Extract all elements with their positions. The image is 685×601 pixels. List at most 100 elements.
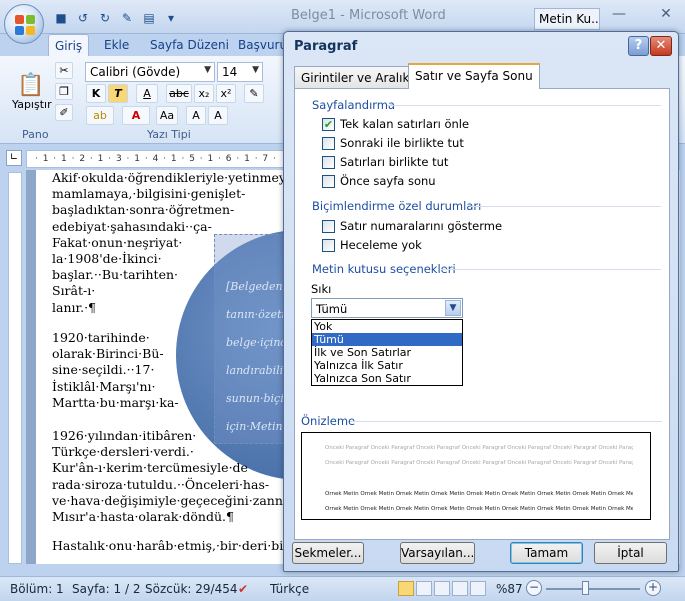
- clear-format-icon[interactable]: ✎: [244, 84, 264, 103]
- ok-button[interactable]: Tamam: [510, 542, 583, 564]
- superscript-icon[interactable]: x²: [216, 84, 236, 103]
- open-folder-icon[interactable]: ▤: [140, 9, 158, 27]
- ribbon-tab-home[interactable]: Giriş: [48, 34, 90, 56]
- preview-previous-paragraph: Önceki Paragraf Önceki Paragraf Önceki P…: [325, 460, 633, 466]
- checkbox[interactable]: [322, 238, 335, 252]
- pagination-option-1[interactable]: ✔ Tek kalan satırları önle: [322, 117, 469, 131]
- highlight-icon[interactable]: ab: [86, 106, 114, 125]
- status-language[interactable]: Türkçe: [270, 582, 309, 596]
- close-icon[interactable]: ✕: [650, 36, 672, 56]
- document-line: 1926·yılından·itibâren·: [52, 428, 197, 443]
- print-layout-icon[interactable]: [398, 581, 414, 596]
- document-line: Martta·bu·marşı·ka-: [52, 394, 179, 410]
- zoom-level[interactable]: %87: [496, 582, 523, 596]
- checkbox-label: Önce sayfa sonu: [340, 174, 436, 188]
- checkbox[interactable]: [322, 136, 335, 150]
- document-line: 1920·tarihinde·: [52, 330, 150, 345]
- section-formatting-exceptions: Biçimlendirme özel durumları: [312, 199, 482, 213]
- chevron-down-icon[interactable]: ▼: [445, 300, 461, 316]
- textbox-text-line: tanın·özetir: [226, 308, 288, 321]
- tight-wrap-option[interactable]: İlk ve Son Satırlar: [312, 346, 462, 359]
- font-size-combo[interactable]: 14 ▼: [217, 62, 263, 82]
- pagination-option-3[interactable]: Satırları birlikte tut: [322, 155, 448, 169]
- copy-icon[interactable]: ❐: [55, 83, 73, 100]
- web-layout-icon[interactable]: [434, 581, 450, 596]
- tight-wrap-option[interactable]: Yalnızca İlk Satır: [312, 359, 462, 372]
- tight-wrap-option[interactable]: Tümü: [312, 333, 462, 346]
- change-case-icon[interactable]: Aa: [156, 106, 178, 125]
- undo-icon[interactable]: ↺: [74, 9, 92, 27]
- taskbar-item[interactable]: Metin Ku...: [534, 8, 600, 30]
- document-line: la·1908'de·İkinci·: [52, 251, 162, 266]
- bold-icon[interactable]: K: [86, 84, 106, 103]
- draft-view-icon[interactable]: [470, 581, 486, 596]
- close-window-icon[interactable]: ✕: [655, 6, 677, 26]
- checkbox[interactable]: [322, 219, 335, 233]
- zoom-out-icon[interactable]: −: [526, 580, 542, 596]
- checkbox-label: Heceleme yok: [340, 238, 422, 252]
- new-doc-icon[interactable]: ✎: [118, 9, 136, 27]
- full-screen-reading-icon[interactable]: [416, 581, 432, 596]
- document-area: Akif·okulda·öğrendikleriyle·yetinmeyerek…: [26, 170, 288, 564]
- paste-label[interactable]: Yapıştır: [12, 98, 52, 111]
- minimize-icon[interactable]: —: [608, 6, 630, 26]
- document-line: olarak·Birinci·Bü-: [52, 346, 164, 362]
- paragraph-dialog: Paragraf ? ✕ Girintiler ve Aralıklar Sat…: [283, 31, 679, 572]
- pagination-option-4[interactable]: Önce sayfa sonu: [322, 174, 436, 188]
- zoom-slider-thumb[interactable]: [582, 581, 589, 595]
- font-size-value: 14: [222, 65, 238, 79]
- tight-wrap-options-list[interactable]: Yok Tümü İlk ve Son Satırlar Yalnızca İlk S…: [311, 319, 463, 386]
- defaults-button[interactable]: Varsayılan...: [400, 542, 475, 564]
- document-line: mamlamaya,·bilgisini·genişlet-: [52, 186, 246, 202]
- strikethrough-icon[interactable]: abc: [166, 84, 192, 103]
- status-words[interactable]: Sözcük: 29/454: [145, 582, 237, 596]
- font-name-combo[interactable]: Calibri (Gövde) ▼: [85, 62, 215, 82]
- quick-access-toolbar: ■ ↺ ↻ ✎ ▤ ▾: [52, 8, 180, 28]
- shrink-font-icon[interactable]: A: [208, 106, 228, 125]
- document-line: ve·hava·değişimiyle·geçeceğini·zannetti.…: [52, 492, 288, 508]
- cancel-button[interactable]: İptal: [594, 542, 667, 564]
- font-color-icon[interactable]: A: [122, 106, 150, 125]
- customize-toolbar-icon[interactable]: ▾: [162, 9, 180, 27]
- tight-wrap-option[interactable]: Yok: [312, 320, 462, 333]
- redo-icon[interactable]: ↻: [96, 9, 114, 27]
- cut-icon[interactable]: ✂: [55, 62, 73, 79]
- divider: [441, 269, 661, 270]
- preview-box: Önceki Paragraf Önceki Paragraf Önceki P…: [301, 432, 651, 520]
- checkbox[interactable]: ✔: [322, 117, 335, 131]
- tab-selector[interactable]: ∟: [6, 150, 22, 166]
- help-icon[interactable]: ?: [628, 36, 649, 56]
- tight-wrap-select[interactable]: Tümü ▼: [311, 298, 463, 318]
- italic-icon[interactable]: T: [108, 84, 128, 103]
- document-page[interactable]: Akif·okulda·öğrendikleriyle·yetinmeyerek…: [36, 170, 288, 564]
- tabs-button[interactable]: Sekmeler...: [292, 542, 364, 564]
- chevron-down-icon: ▼: [252, 65, 259, 75]
- ribbon-tab-page-layout[interactable]: Sayfa Düzeni: [144, 36, 235, 54]
- proofing-icon[interactable]: ✔: [238, 582, 248, 596]
- zoom-in-icon[interactable]: +: [645, 580, 661, 596]
- status-section[interactable]: Bölüm: 1: [10, 582, 64, 596]
- checkbox[interactable]: [322, 155, 335, 169]
- document-line: başlar.··Bu·tarihten·: [52, 267, 178, 283]
- outline-view-icon[interactable]: [452, 581, 468, 596]
- textbox-text-line: [Belgeden·bi: [226, 280, 288, 293]
- subscript-icon[interactable]: x₂: [194, 84, 214, 103]
- vertical-ruler[interactable]: [8, 172, 22, 564]
- format-painter-icon[interactable]: ✐: [55, 104, 73, 121]
- status-page[interactable]: Sayfa: 1 / 2: [72, 582, 140, 596]
- pagination-option-2[interactable]: Sonraki ile birlikte tut: [322, 136, 464, 150]
- ribbon-tab-insert[interactable]: Ekle: [98, 36, 135, 54]
- textbox-text-line: için·Metin·K: [226, 420, 288, 433]
- formatting-option-1[interactable]: Satır numaralarını gösterme: [322, 219, 502, 233]
- underline-icon[interactable]: A: [136, 84, 158, 103]
- tight-wrap-option[interactable]: Yalnızca Son Satır: [312, 372, 462, 385]
- checkbox[interactable]: [322, 174, 335, 188]
- zoom-slider-track[interactable]: [546, 588, 640, 590]
- office-button[interactable]: [4, 4, 44, 44]
- grow-font-icon[interactable]: A: [186, 106, 206, 125]
- formatting-option-2[interactable]: Heceleme yok: [322, 238, 422, 252]
- tab-line-page-breaks[interactable]: Satır ve Sayfa Sonu: [408, 63, 540, 89]
- horizontal-ruler[interactable]: · 1 · 1 · 2 · 1 · 3 · 1 · 4 · 1 · 5 · 1 …: [26, 150, 288, 168]
- save-icon[interactable]: ■: [52, 9, 70, 27]
- document-line: Sırât-ı·: [52, 283, 96, 299]
